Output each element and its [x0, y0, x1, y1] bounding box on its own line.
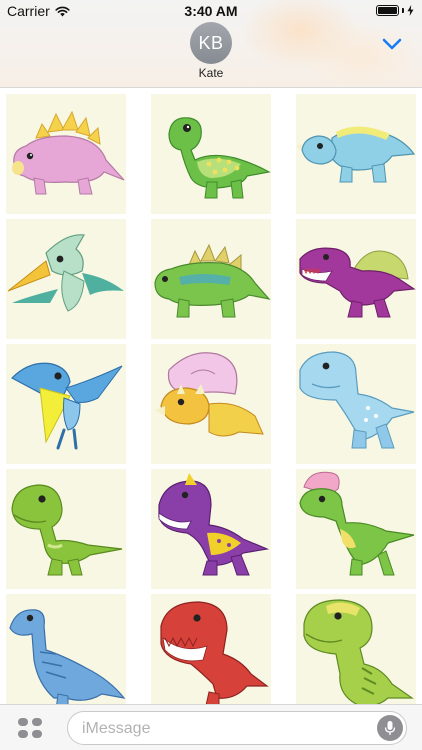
sticker-blue-brachiosaurus[interactable]: [6, 594, 126, 714]
conversation-header: Carrier 3:40 AM KB Kate: [0, 0, 422, 90]
chevron-down-icon[interactable]: [381, 36, 403, 52]
dictation-button[interactable]: [377, 715, 403, 741]
message-input-bar: iMessage: [0, 704, 422, 750]
sticker-green-t-rex[interactable]: [296, 594, 416, 714]
imessage-input[interactable]: iMessage: [67, 711, 407, 745]
sticker-blue-pterodactyl[interactable]: [6, 344, 126, 464]
sticker-purple-allosaurus[interactable]: [151, 469, 271, 589]
sticker-blue-triceratops[interactable]: [296, 94, 416, 214]
battery-indicator: [376, 5, 414, 16]
sticker-grid: [0, 88, 422, 714]
microphone-icon: [384, 721, 396, 735]
sticker-teal-pteranodon[interactable]: [6, 219, 126, 339]
charging-bolt-icon: [407, 5, 414, 16]
sticker-green-ankylosaurus[interactable]: [151, 94, 271, 214]
contact-avatar[interactable]: KB: [190, 22, 232, 64]
sticker-green-kentrosaurus[interactable]: [151, 219, 271, 339]
sticker-yellow-pink-triceratops[interactable]: [151, 344, 271, 464]
sticker-pink-crested-dilophosaurus[interactable]: [296, 469, 416, 589]
sticker-green-raptor[interactable]: [6, 469, 126, 589]
battery-icon: [376, 5, 399, 16]
wifi-icon: [55, 6, 70, 16]
input-placeholder: iMessage: [82, 720, 151, 737]
avatar-initials: KB: [198, 32, 224, 53]
carrier-indicator: Carrier: [7, 3, 70, 19]
status-bar: Carrier 3:40 AM: [0, 0, 422, 22]
app-drawer-icon[interactable]: [17, 717, 43, 739]
sticker-pink-stegosaurus[interactable]: [6, 94, 126, 214]
sticker-blue-carnotaurus[interactable]: [296, 344, 416, 464]
sticker-red-t-rex[interactable]: [151, 594, 271, 714]
contact-name[interactable]: Kate: [0, 66, 422, 80]
sticker-purple-spinosaurus[interactable]: [296, 219, 416, 339]
messages-screen: Carrier 3:40 AM KB Kate iMessage: [0, 0, 422, 750]
carrier-label: Carrier: [7, 3, 50, 19]
